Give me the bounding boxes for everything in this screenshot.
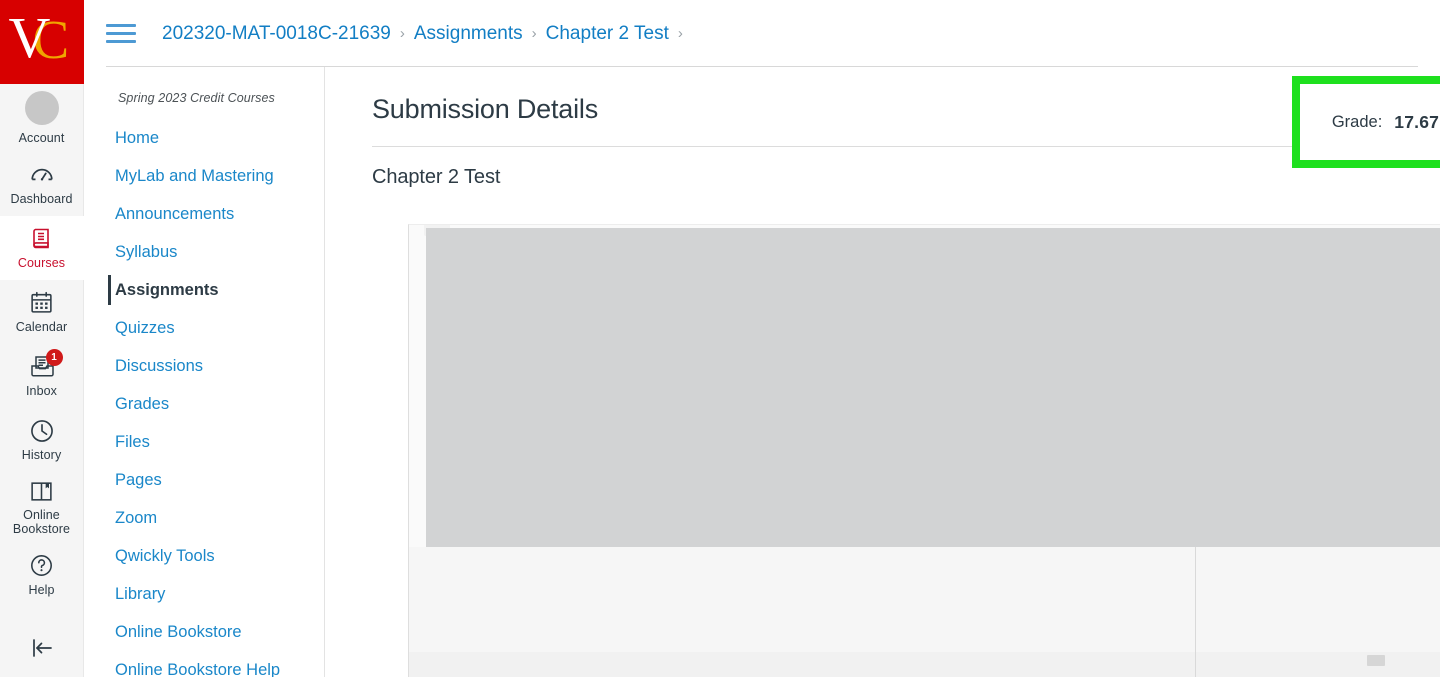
global-nav-label-help: Help bbox=[28, 582, 55, 597]
course-nav-label-files[interactable]: Files bbox=[84, 423, 324, 461]
canvas-lms-submission-details-page: C V Account Dashboard Courses Calendar 1… bbox=[0, 0, 1440, 677]
grade-display: Grade: 17.67 / 19 bbox=[1300, 84, 1440, 160]
global-nav-item-inbox[interactable]: 1 Inbox bbox=[0, 344, 84, 408]
course-nav-item-online-bookstore-help[interactable]: Online Bookstore Help bbox=[84, 651, 324, 677]
question-circle-icon bbox=[29, 553, 55, 579]
course-nav-label-online-bookstore[interactable]: Online Bookstore bbox=[84, 613, 324, 651]
course-nav-label-announcements[interactable]: Announcements bbox=[84, 195, 324, 233]
course-nav-item-discussions[interactable]: Discussions bbox=[84, 347, 324, 385]
course-nav-item-home[interactable]: Home bbox=[84, 119, 324, 157]
course-nav-item-qwickly-tools[interactable]: Qwickly Tools bbox=[84, 537, 324, 575]
grade-value: 17.67 / 19 bbox=[1394, 111, 1440, 132]
book-open-icon bbox=[29, 478, 55, 504]
main-region: 202320-MAT-0018C-21639 › Assignments › C… bbox=[84, 0, 1440, 677]
avatar-icon bbox=[24, 90, 60, 126]
logo-letters: C V bbox=[7, 8, 77, 72]
course-nav-label-online-bookstore-help[interactable]: Online Bookstore Help bbox=[84, 651, 324, 677]
breadcrumb-separator-trailing: › bbox=[677, 25, 683, 42]
global-nav-label-online-bookstore: Online Bookstore bbox=[12, 508, 71, 536]
global-nav-item-account[interactable]: Account bbox=[0, 84, 84, 152]
course-nav-item-announcements[interactable]: Announcements bbox=[84, 195, 324, 233]
course-nav-item-online-bookstore[interactable]: Online Bookstore bbox=[84, 613, 324, 651]
course-nav-item-zoom[interactable]: Zoom bbox=[84, 499, 324, 537]
grade-label: Grade: bbox=[1331, 112, 1383, 131]
course-nav-label-discussions[interactable]: Discussions bbox=[84, 347, 324, 385]
inbox-icon: 1 bbox=[29, 348, 63, 380]
grade-highlight-box: Grade: 17.67 / 19 bbox=[1292, 76, 1440, 168]
clock-icon bbox=[29, 418, 55, 444]
course-nav-label-library[interactable]: Library bbox=[84, 575, 324, 613]
preview-placeholder-chip bbox=[1367, 655, 1385, 666]
breadcrumb-bar: 202320-MAT-0018C-21639 › Assignments › C… bbox=[84, 0, 1440, 67]
course-nav-item-quizzes[interactable]: Quizzes bbox=[84, 309, 324, 347]
dashboard-icon bbox=[29, 162, 55, 188]
hamburger-menu-icon[interactable] bbox=[106, 22, 136, 46]
course-nav-label-home[interactable]: Home bbox=[84, 119, 324, 157]
global-nav-label-calendar: Calendar bbox=[15, 319, 68, 334]
term-label: Spring 2023 Credit Courses bbox=[118, 91, 275, 105]
global-nav-item-history[interactable]: History bbox=[0, 408, 84, 472]
course-nav-item-syllabus[interactable]: Syllabus bbox=[84, 233, 324, 271]
course-nav-label-zoom[interactable]: Zoom bbox=[84, 499, 324, 537]
course-nav-label-mylab-and-mastering[interactable]: MyLab and Mastering bbox=[84, 157, 324, 195]
calendar-icon bbox=[29, 290, 55, 316]
submission-preview-frame[interactable] bbox=[408, 224, 1440, 677]
submission-document-placeholder bbox=[426, 228, 1440, 547]
course-nav-item-grades[interactable]: Grades bbox=[84, 385, 324, 423]
breadcrumb-separator: › bbox=[531, 25, 537, 42]
course-nav-list: Home MyLab and Mastering Announcements S… bbox=[84, 119, 324, 677]
global-nav-item-help[interactable]: Help bbox=[0, 543, 84, 607]
breadcrumb-separator: › bbox=[399, 25, 405, 42]
course-nav-item-files[interactable]: Files bbox=[84, 423, 324, 461]
institution-logo[interactable]: C V bbox=[0, 0, 84, 84]
global-nav-item-dashboard[interactable]: Dashboard bbox=[0, 152, 84, 216]
inbox-unread-badge: 1 bbox=[45, 348, 63, 366]
page-title: Submission Details bbox=[372, 94, 598, 124]
global-nav-label-history: History bbox=[21, 447, 62, 462]
global-nav-label-account: Account bbox=[18, 131, 65, 145]
course-navigation-sidebar: Spring 2023 Credit Courses Home MyLab an… bbox=[84, 67, 325, 677]
course-nav-label-assignments[interactable]: Assignments bbox=[84, 271, 324, 309]
course-nav-item-pages[interactable]: Pages bbox=[84, 461, 324, 499]
course-nav-label-quizzes[interactable]: Quizzes bbox=[84, 309, 324, 347]
assignment-title: Chapter 2 Test bbox=[372, 166, 501, 188]
collapse-left-icon[interactable] bbox=[0, 625, 84, 671]
global-nav-label-inbox: Inbox bbox=[25, 383, 58, 398]
global-navigation-sidebar: C V Account Dashboard Courses Calendar 1… bbox=[0, 0, 84, 677]
course-nav-label-qwickly-tools[interactable]: Qwickly Tools bbox=[84, 537, 324, 575]
preview-lower-panel bbox=[409, 547, 1440, 677]
course-nav-item-library[interactable]: Library bbox=[84, 575, 324, 613]
breadcrumb-item-course[interactable]: 202320-MAT-0018C-21639 bbox=[162, 23, 391, 45]
courses-book-icon bbox=[29, 226, 55, 252]
breadcrumb-item-assignments[interactable]: Assignments bbox=[414, 23, 523, 45]
preview-panel-divider bbox=[1195, 547, 1196, 677]
course-nav-label-pages[interactable]: Pages bbox=[84, 461, 324, 499]
global-nav-item-calendar[interactable]: Calendar bbox=[0, 280, 84, 344]
logo-letter-v: V bbox=[8, 5, 51, 70]
global-nav-label-dashboard: Dashboard bbox=[10, 191, 73, 206]
preview-bottom-band bbox=[409, 652, 1440, 677]
course-nav-item-mylab-and-mastering[interactable]: MyLab and Mastering bbox=[84, 157, 324, 195]
breadcrumb: 202320-MAT-0018C-21639 › Assignments › C… bbox=[162, 23, 692, 45]
course-nav-item-assignments[interactable]: Assignments bbox=[84, 271, 324, 309]
global-nav-label-courses: Courses bbox=[17, 255, 66, 270]
global-nav-item-online-bookstore[interactable]: Online Bookstore bbox=[0, 472, 84, 543]
course-nav-label-grades[interactable]: Grades bbox=[84, 385, 324, 423]
course-nav-label-syllabus[interactable]: Syllabus bbox=[84, 233, 324, 271]
breadcrumb-item-chapter-2-test[interactable]: Chapter 2 Test bbox=[546, 23, 669, 45]
global-nav-item-courses[interactable]: Courses bbox=[0, 216, 84, 280]
